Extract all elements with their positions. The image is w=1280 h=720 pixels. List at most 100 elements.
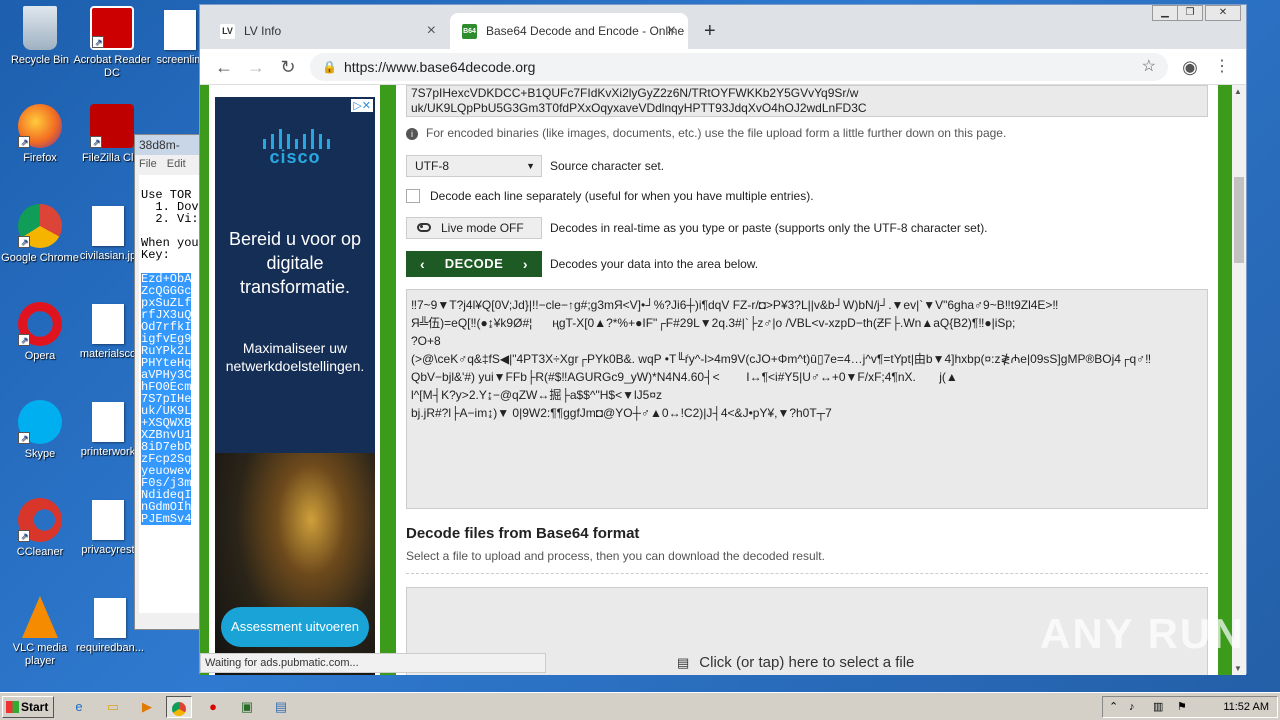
chrome-icon: ↗ [18,204,62,248]
menu-file[interactable]: File [139,158,157,170]
lock-icon: 🔒 [322,60,337,74]
maximize-icon[interactable]: ❐ [1177,5,1203,21]
tab-base64[interactable]: B64 Base64 Decode and Encode - Online × [450,13,688,49]
volume-icon[interactable]: ♪ [1129,697,1135,717]
info-icon: i [406,128,418,140]
anyrun-watermark: ANY RUN [1040,610,1245,657]
decode-description: Decodes your data into the area below. [550,257,759,271]
scroll-up-icon[interactable]: ▲ [1234,87,1242,96]
clock[interactable]: 11:52 AM [1223,697,1269,717]
ie-icon[interactable]: e [66,696,92,718]
reload-icon[interactable]: ↻ [276,55,300,79]
shortcut-arrow-icon: ↗ [92,36,104,48]
firefox-icon: ↗ [18,104,62,148]
media-player-icon[interactable]: ▶ [134,696,160,718]
page-content: ▷✕ cisco Bereid u voor op digitale trans… [200,85,1232,675]
green-border-right [1218,85,1232,675]
tab-label: LV Info [244,24,282,38]
scroll-down-icon[interactable]: ▼ [1234,664,1242,673]
close-window-icon[interactable]: ✕ [1205,5,1241,21]
status-bar: Waiting for ads.pubmatic.com... [200,653,546,673]
url-text: https://www.base64decode.org [344,59,536,75]
forward-arrow-icon[interactable]: → [244,55,268,79]
minimize-icon[interactable]: ▁ [1152,5,1178,21]
cisco-ad[interactable]: ▷✕ cisco Bereid u voor op digitale trans… [215,97,375,675]
action-center-flag-icon[interactable]: ⚑ [1177,697,1187,717]
browser-window: LV LV Info × B64 Base64 Decode and Encod… [199,4,1247,675]
base64-input-textarea[interactable]: 7S7pIHexcVDKDCC+B1QUFc7FIdKvXi2lyGyZ2z6N… [406,85,1208,117]
shortcut-arrow-icon: ↗ [18,530,30,542]
opera-icon: ↗ [18,302,62,346]
ad-subline: Maximaliseer uw netwerkdoelstellingen. [225,340,365,374]
toggle-icon [417,223,431,232]
desktop-icon-firefox[interactable]: ↗ Firefox [0,104,80,165]
decode-each-line-label: Decode each line separately (useful for … [430,189,814,203]
document-icon [92,304,124,344]
shortcut-arrow-icon: ↗ [90,136,102,148]
vlc-cone-icon [22,596,58,638]
green-border-mid [380,85,396,675]
decode-button[interactable]: ‹ DECODE › [406,251,542,277]
dropdown-arrow-icon: ▼ [526,161,535,171]
tab-lv-info[interactable]: LV LV Info × [208,13,448,49]
network-app-icon[interactable]: ▣ [234,696,260,718]
notepad-selected-text: Ezd+ObA ZcQGGGc pxSuZLf rfJX3uQ Od7rfkI … [141,272,192,526]
recycle-bin-icon [23,6,57,50]
windows-flag-icon [6,701,19,713]
live-mode-toggle[interactable]: Live mode OFF [406,217,542,239]
network-icon[interactable]: ▥ [1153,697,1163,717]
ad-headline: Bereid u voor op digitale transformatie. [228,229,362,297]
browser-toolbar: ← → ↻ 🔒 https://www.base64decode.org ☆ ◉… [200,49,1246,85]
ad-choices-icon[interactable]: ▷✕ [351,99,373,112]
desktop-icon-recycle-bin[interactable]: Recycle Bin [0,6,80,67]
back-arrow-icon[interactable]: ← [212,55,236,79]
shortcut-arrow-icon: ↗ [18,334,30,346]
ad-cta-button[interactable]: Assessment uitvoeren [221,607,369,647]
lv-favicon-icon: LV [220,24,235,39]
document-icon [94,598,126,638]
chevron-right-icon: › [522,256,528,272]
tab-label: Base64 Decode and Encode - Online [486,24,685,38]
system-tray: ⌃ ♪ ▥ ⚑ 11:52 AM [1102,696,1278,718]
base64-favicon-icon: B64 [462,24,477,39]
chevron-left-icon: ‹ [420,256,426,272]
chrome-taskbar-icon[interactable] [166,696,192,718]
charset-select[interactable]: UTF-8 ▼ [406,155,542,177]
charset-label: Source character set. [550,159,665,173]
document-icon [92,402,124,442]
bookmark-star-icon[interactable]: ☆ [1142,53,1156,81]
cisco-logo-icon [263,129,330,149]
divider [406,573,1208,574]
tray-expand-icon[interactable]: ⌃ [1109,697,1118,717]
new-tab-button[interactable]: + [696,13,726,49]
profile-avatar-icon[interactable]: ◉ [1178,55,1202,79]
decoder-main: 7S7pIHexcVDKDCC+B1QUFc7FIdKvXi2lyGyZ2z6N… [406,85,1208,675]
info-row: i For encoded binaries (like images, docu… [406,125,1006,141]
start-button[interactable]: Start [2,696,54,718]
shortcut-arrow-icon: ↗ [18,432,30,444]
scroll-thumb[interactable] [1234,177,1244,263]
menu-edit[interactable]: Edit [167,158,186,170]
ccleaner-icon: ↗ [18,498,62,542]
decoded-output-textarea[interactable]: ‼7~9▼T?j4l¥Q[0V;Jd}|!!−cle−↑g#;g3mЯ<V]•┘… [406,289,1208,509]
document-icon [92,206,124,246]
close-tab-icon[interactable]: × [667,13,676,49]
decode-files-heading: Decode files from Base64 format [406,525,640,542]
green-border-left [200,85,209,675]
menu-kebab-icon[interactable]: ⋮ [1210,55,1234,79]
acrobat-icon: ↗ [90,6,134,50]
upload-prompt: ▤ Click (or tap) here to select a file [677,654,915,671]
document-icon [92,500,124,540]
skype-icon: ↗ [18,400,62,444]
desktop-icon-vlc[interactable]: VLC media player [0,596,80,668]
decode-each-line-checkbox[interactable] [406,189,420,203]
folder-icon[interactable]: ▭ [100,696,126,718]
shortcut-arrow-icon: ↗ [18,136,30,148]
address-bar[interactable]: 🔒 https://www.base64decode.org ☆ [310,53,1168,81]
taskbar: Start e ▭ ▶ ● ▣ ▤ ⌃ ♪ ▥ ⚑ 11:52 AM [0,692,1280,720]
close-tab-icon[interactable]: × [427,13,436,49]
filezilla-icon: ↗ [90,104,134,148]
page-scrollbar[interactable]: ▲ ▼ [1232,85,1246,675]
notepad-taskbar-icon[interactable]: ▤ [268,696,294,718]
opera-taskbar-icon[interactable]: ● [200,696,226,718]
